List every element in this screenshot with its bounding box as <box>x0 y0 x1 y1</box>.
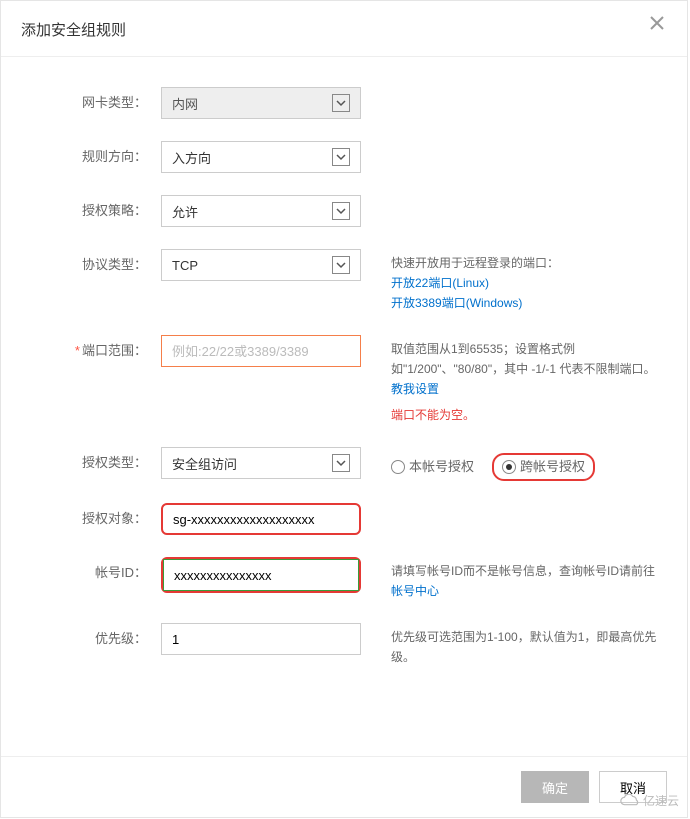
help-protocol: 快速开放用于远程登录的端口： 开放22端口(Linux) 开放3389端口(Wi… <box>361 249 657 313</box>
input-priority[interactable] <box>161 623 361 655</box>
select-auth-type[interactable]: 安全组访问 <box>161 447 361 479</box>
input-port-range[interactable] <box>161 335 361 367</box>
chevron-down-icon <box>332 94 350 112</box>
input-auth-obj[interactable] <box>161 503 361 535</box>
dialog-header: 添加安全组规则 <box>1 1 687 57</box>
link-open-3389[interactable]: 开放3389端口(Windows) <box>391 296 522 310</box>
label-direction: 规则方向： <box>31 141 161 173</box>
select-direction-value: 入方向 <box>172 148 332 167</box>
label-nic-type: 网卡类型： <box>31 87 161 119</box>
label-auth-obj: 授权对象： <box>31 503 161 535</box>
auth-radio-group: 本帐号授权 跨帐号授权 <box>391 447 657 481</box>
error-port-range: 端口不能为空。 <box>391 405 657 425</box>
chevron-down-icon <box>332 454 350 472</box>
radio-self-account[interactable]: 本帐号授权 <box>391 457 474 477</box>
select-protocol-value: TCP <box>172 258 332 273</box>
label-auth-type: 授权类型： <box>31 447 161 479</box>
help-account-id-desc: 请填写帐号ID而不是帐号信息，查询帐号ID请前往 <box>391 564 655 578</box>
row-protocol: 协议类型： TCP 快速开放用于远程登录的端口： 开放22端口(Linux) 开… <box>31 249 657 313</box>
watermark: 亿速云 <box>619 792 679 809</box>
add-security-rule-dialog: 添加安全组规则 网卡类型： 内网 规则方向： 入方向 <box>0 0 688 818</box>
label-port-range: *端口范围： <box>31 335 161 367</box>
help-account-id: 请填写帐号ID而不是帐号信息，查询帐号ID请前往 帐号中心 <box>361 557 657 601</box>
select-policy[interactable]: 允许 <box>161 195 361 227</box>
radio-cross-label: 跨帐号授权 <box>520 457 585 477</box>
radio-self-label: 本帐号授权 <box>409 457 474 477</box>
input-account-id[interactable] <box>163 559 359 591</box>
chevron-down-icon <box>332 148 350 166</box>
link-account-center[interactable]: 帐号中心 <box>391 584 439 598</box>
cloud-icon <box>619 794 641 808</box>
select-auth-type-value: 安全组访问 <box>172 454 332 473</box>
row-account-id: 帐号ID： 请填写帐号ID而不是帐号信息，查询帐号ID请前往 帐号中心 <box>31 557 657 601</box>
row-auth-obj: 授权对象： <box>31 503 657 535</box>
chevron-down-icon <box>332 256 350 274</box>
row-auth-type: 授权类型： 安全组访问 本帐号授权 跨帐号授权 <box>31 447 657 481</box>
row-nic-type: 网卡类型： 内网 <box>31 87 657 119</box>
row-direction: 规则方向： 入方向 <box>31 141 657 173</box>
row-priority: 优先级： 优先级可选范围为1-100，默认值为1，即最高优先级。 <box>31 623 657 667</box>
help-priority: 优先级可选范围为1-100，默认值为1，即最高优先级。 <box>361 623 657 667</box>
chevron-down-icon <box>332 202 350 220</box>
dialog-title: 添加安全组规则 <box>21 19 667 40</box>
link-port-range-help[interactable]: 教我设置 <box>391 382 439 396</box>
radio-cross-account[interactable]: 跨帐号授权 <box>492 453 595 481</box>
help-port-range-desc: 取值范围从1到65535；设置格式例如"1/200"、"80/80"，其中 -1… <box>391 342 655 376</box>
help-protocol-title: 快速开放用于远程登录的端口： <box>391 253 657 273</box>
select-direction[interactable]: 入方向 <box>161 141 361 173</box>
dialog-body: 网卡类型： 内网 规则方向： 入方向 授权策略： <box>1 57 687 699</box>
label-account-id: 帐号ID： <box>31 557 161 589</box>
label-priority: 优先级： <box>31 623 161 655</box>
radio-icon <box>391 460 405 474</box>
link-open-22[interactable]: 开放22端口(Linux) <box>391 276 489 290</box>
help-port-range: 取值范围从1到65535；设置格式例如"1/200"、"80/80"，其中 -1… <box>361 335 657 425</box>
close-icon[interactable] <box>649 15 669 35</box>
label-policy: 授权策略： <box>31 195 161 227</box>
select-protocol[interactable]: TCP <box>161 249 361 281</box>
row-port-range: *端口范围： 取值范围从1到65535；设置格式例如"1/200"、"80/80… <box>31 335 657 425</box>
label-protocol: 协议类型： <box>31 249 161 281</box>
row-policy: 授权策略： 允许 <box>31 195 657 227</box>
select-nic-type-value: 内网 <box>172 94 332 113</box>
dialog-footer: 确定 取消 <box>1 756 687 817</box>
radio-icon <box>502 460 516 474</box>
select-nic-type[interactable]: 内网 <box>161 87 361 119</box>
confirm-button[interactable]: 确定 <box>521 771 589 803</box>
select-policy-value: 允许 <box>172 202 332 221</box>
watermark-text: 亿速云 <box>643 792 679 809</box>
